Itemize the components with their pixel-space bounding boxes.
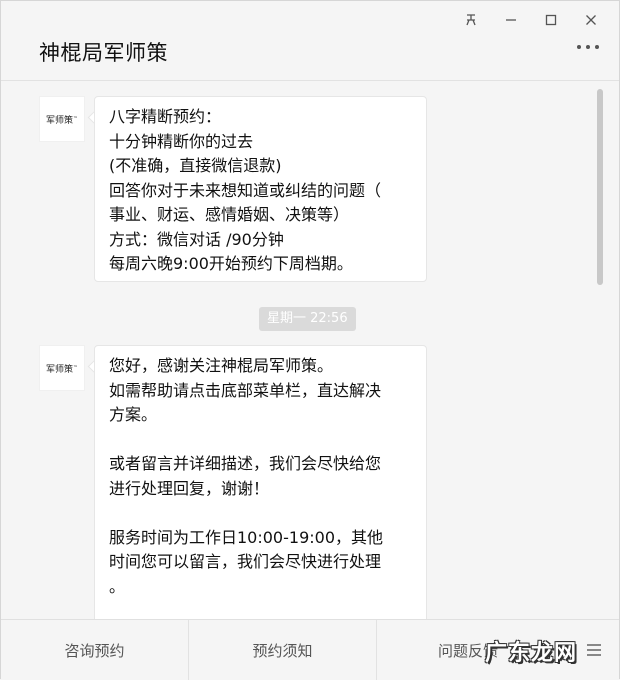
message-bubble[interactable]: 八字精断预约： 十分钟精断你的过去 (不准确，直接微信退款) 回答你对于未来想知… [94, 96, 427, 282]
message-line: 方案。 [109, 405, 158, 424]
avatar-label: 军师策 [45, 115, 73, 126]
pin-icon[interactable] [451, 7, 491, 33]
message-line: 您好，感谢关注神棍局军师策。 [109, 356, 334, 375]
watermark: 广东龙网 [485, 641, 578, 666]
message-line: 方式：微信对话 /90分钟 [109, 229, 284, 249]
scrollbar-thumb[interactable] [597, 89, 603, 285]
message-line: 服务时间为工作日10:00-19:00，其他 [109, 527, 383, 547]
message-line: 每周六晚9:00开始预约下周档期。 [109, 254, 353, 273]
message-line: 如需帮助请点击底部菜单栏，直达解决 [109, 380, 382, 400]
message-line: 时间您可以留言，我们会尽快进行处理 [109, 552, 382, 571]
window-controls [451, 7, 611, 33]
minimize-icon[interactable] [491, 7, 531, 33]
message-line: 进行处理回复，谢谢！ [109, 478, 270, 498]
chat-window: 神棍局军师策 军师策 ™ 八字精断预约： 十分钟精断你的过去 (不准确，直接微信退… [0, 0, 620, 680]
menu-item-booking-notes[interactable]: 预约须知 [189, 620, 376, 680]
chat-title: 神棍局军师策 [39, 41, 168, 65]
more-dots-icon[interactable] [577, 45, 599, 49]
hamburger-icon[interactable] [587, 644, 601, 659]
avatar[interactable]: 军师策 ™ [39, 345, 85, 391]
message-bubble[interactable]: 您好，感谢关注神棍局军师策。 如需帮助请点击底部菜单栏，直达解决 方案。 或者留… [94, 345, 427, 619]
maximize-icon[interactable] [531, 7, 571, 33]
menu-item-consult-booking[interactable]: 咨询预约 [1, 620, 188, 680]
message-line: (不准确，直接微信退款) [109, 156, 282, 175]
message-list[interactable]: 军师策 ™ 八字精断预约： 十分钟精断你的过去 (不准确，直接微信退款) 回答你对… [1, 81, 607, 619]
message-timestamp: 星期一 22:56 [259, 307, 356, 331]
message-line: 十分钟精断你的过去 [109, 131, 254, 151]
close-icon[interactable] [571, 7, 611, 33]
title-bar: 神棍局军师策 [1, 1, 619, 81]
message-line: 。 [109, 576, 126, 596]
message-line: 八字精断预约： [109, 107, 222, 126]
avatar-label: 军师策 [45, 364, 73, 375]
message-line: 事业、财运、感情婚姻、决策等） [109, 205, 350, 224]
avatar[interactable]: 军师策 ™ [39, 96, 85, 142]
message-line: 或者留言并详细描述，我们会尽快给您 [109, 454, 382, 473]
message-line: 回答你对于未来想知道或纠结的问题（ [109, 180, 382, 200]
